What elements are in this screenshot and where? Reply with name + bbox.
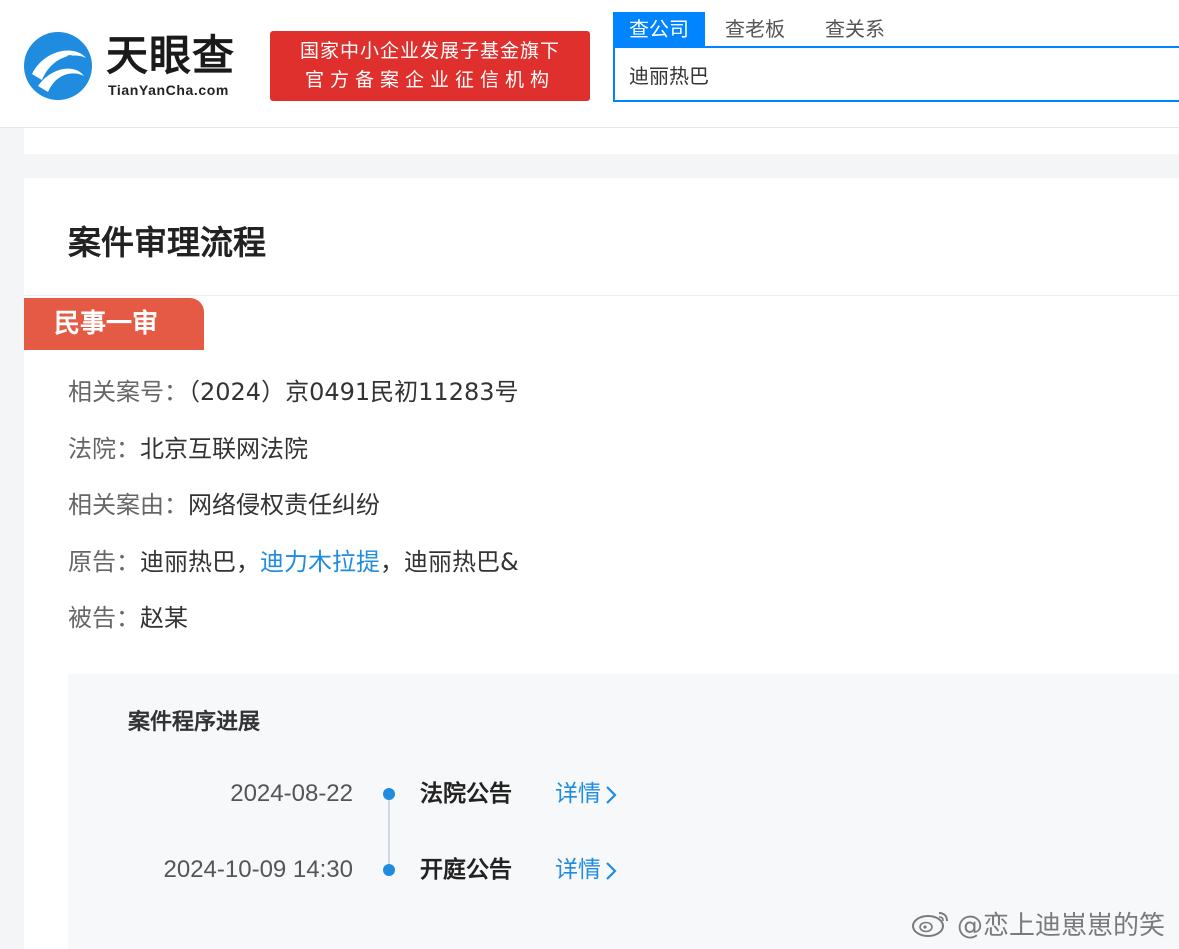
timeline-dot-icon <box>383 788 395 800</box>
chevron-right-icon <box>606 785 617 804</box>
badge-line-2: 官方备案企业征信机构 <box>304 69 555 91</box>
watermark-text: @恋上迪崽崽的笑 <box>956 910 1165 941</box>
logo-domain: TianYanCha.com <box>108 82 229 98</box>
plaintiff-name: 迪丽热巴 <box>140 548 236 576</box>
content-top-strip <box>24 128 1179 154</box>
search-tabs: 查公司 查老板 查关系 <box>613 12 905 46</box>
page-title: 案件审理流程 <box>68 223 266 262</box>
timeline-event: 开庭公告 <box>420 857 512 883</box>
defendant-row: 被告：赵某 <box>68 602 188 634</box>
search-input[interactable] <box>615 48 1179 100</box>
weibo-icon <box>911 912 948 937</box>
logo-name: 天眼查 <box>106 31 236 80</box>
tianyancha-logo-icon <box>24 32 92 100</box>
court-label: 法院： <box>68 435 140 463</box>
tianyancha-logo[interactable]: 天眼查 TianYanCha.com <box>22 30 262 104</box>
search-area: 查公司 查老板 查关系 <box>613 12 1179 102</box>
timeline-date: 2024-08-22 <box>230 780 353 807</box>
cause-row: 相关案由：网络侵权责任纠纷 <box>68 489 380 521</box>
plaintiff-label: 原告： <box>68 548 140 576</box>
tab-search-relation[interactable]: 查关系 <box>805 12 905 46</box>
detail-link-label: 详情 <box>555 781 601 807</box>
tab-search-boss[interactable]: 查老板 <box>705 12 805 46</box>
plaintiff-name: 迪丽热巴& <box>404 548 519 576</box>
tab-search-company[interactable]: 查公司 <box>613 12 705 46</box>
plaintiff-row: 原告：迪丽热巴，迪力木拉提，迪丽热巴& <box>68 546 519 578</box>
defendant-value: 赵某 <box>140 604 188 632</box>
court-row: 法院：北京互联网法院 <box>68 433 308 465</box>
detail-link[interactable]: 详情 <box>555 852 617 888</box>
cause-label: 相关案由： <box>68 491 188 519</box>
progress-title: 案件程序进展 <box>128 710 261 735</box>
detail-link-label: 详情 <box>555 857 601 883</box>
timeline-item: 2024-10-09 14:30 开庭公告 详情 <box>68 852 1179 888</box>
title-divider <box>24 295 1179 296</box>
case-number-value: （2024）京0491民初11283号 <box>188 378 519 406</box>
case-card: 案件审理流程 民事一审 相关案号：（2024）京0491民初11283号 法院：… <box>24 178 1179 949</box>
chevron-right-icon <box>606 861 617 880</box>
plaintiff-name-link[interactable]: 迪力木拉提 <box>260 548 380 576</box>
official-badge: 国家中小企业发展子基金旗下 官方备案企业征信机构 <box>270 31 590 101</box>
stage-badge: 民事一审 <box>24 298 204 350</box>
site-header: 天眼查 TianYanCha.com 国家中小企业发展子基金旗下 官方备案企业征… <box>0 0 1179 128</box>
timeline-dot-icon <box>383 864 395 876</box>
timeline-item: 2024-08-22 法院公告 详情 <box>68 776 1179 812</box>
watermark: @恋上迪崽崽的笑 <box>911 905 1165 941</box>
case-number-row: 相关案号：（2024）京0491民初11283号 <box>68 376 519 408</box>
plaintiff-separator: ， <box>236 548 260 576</box>
timeline-date: 2024-10-09 14:30 <box>163 856 354 883</box>
detail-link[interactable]: 详情 <box>555 776 617 812</box>
cause-value: 网络侵权责任纠纷 <box>188 491 380 519</box>
court-value: 北京互联网法院 <box>140 435 308 463</box>
case-number-label: 相关案号： <box>68 378 188 406</box>
defendant-label: 被告： <box>68 604 140 632</box>
search-box <box>613 46 1179 102</box>
badge-line-1: 国家中小企业发展子基金旗下 <box>299 40 560 62</box>
plaintiff-separator: ， <box>380 548 404 576</box>
timeline-event: 法院公告 <box>420 781 512 807</box>
